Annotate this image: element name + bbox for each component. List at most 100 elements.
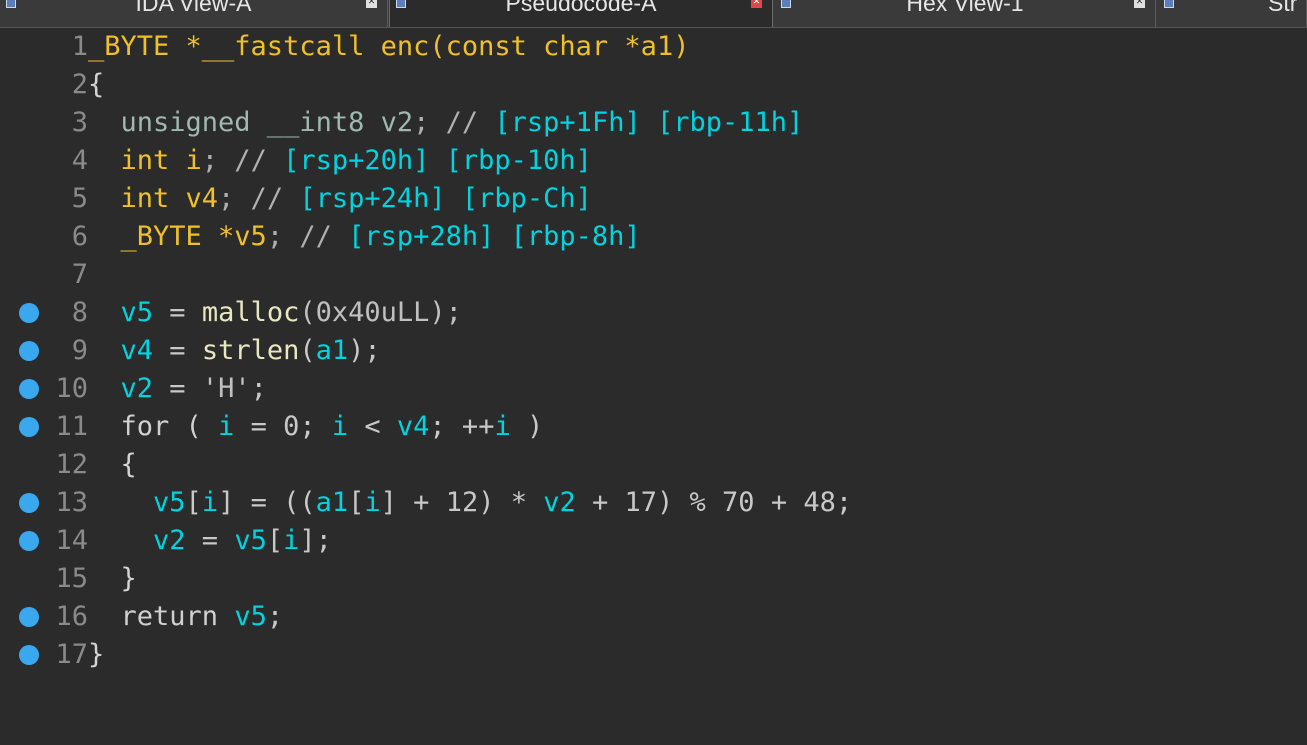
line-number: 1 (71, 31, 88, 62)
line-number: 13 (55, 487, 88, 518)
code-token: ; // (413, 107, 495, 138)
code-line[interactable]: 12 { (0, 446, 1307, 484)
line-number: 14 (55, 525, 88, 556)
view-tab-bar: IDA View-A ✕ Pseudocode-A ✕ Hex View-1 ✕… (0, 0, 1307, 28)
code-token: return (88, 601, 235, 632)
breakpoint-dot-icon[interactable] (19, 303, 39, 323)
code-token: unsigned __int8 (88, 107, 381, 138)
code-token: for ( (88, 411, 219, 442)
code-token: i (283, 525, 300, 556)
code-line[interactable]: 8 v5 = malloc(0x40uLL); (0, 294, 1307, 332)
code-token: = 0; (234, 411, 332, 442)
code-line[interactable]: 16 return v5; (0, 598, 1307, 636)
code-token: } (88, 563, 137, 594)
code-token: v5 (120, 297, 154, 328)
line-number: 15 (55, 563, 88, 594)
code-text: } (88, 560, 137, 598)
code-token: ; (266, 601, 284, 632)
code-token: [rsp+28h] [rbp-8h] (348, 221, 641, 252)
code-token: _BYTE *__fastcall enc(const char *a1) (88, 31, 690, 62)
code-token: [ (266, 525, 284, 556)
code-text: v5[i] = ((a1[i] + 12) * v2 + 17) % 70 + … (88, 484, 852, 522)
code-token: = (153, 373, 202, 404)
code-token: { (88, 449, 137, 480)
code-line[interactable]: 3 unsigned __int8 v2; // [rsp+1Fh] [rbp-… (0, 104, 1307, 142)
code-token: ; (250, 373, 267, 404)
code-token: i (331, 411, 349, 442)
code-line[interactable]: 11 for ( i = 0; i < v4; ++i ) (0, 408, 1307, 446)
line-number: 2 (71, 69, 88, 100)
code-text: v4 = strlen(a1); (88, 332, 381, 370)
tab-ida-view-a[interactable]: IDA View-A ✕ (0, 0, 388, 27)
breakpoint-dot-icon[interactable] (19, 379, 39, 399)
code-token: v5 (234, 525, 267, 556)
code-line[interactable]: 2{ (0, 66, 1307, 104)
code-line[interactable]: 10 v2 = 'H'; (0, 370, 1307, 408)
code-text: } (88, 636, 104, 674)
breakpoint-dot-icon[interactable] (19, 493, 39, 513)
breakpoint-dot-icon[interactable] (19, 645, 39, 665)
code-line[interactable]: 9 v4 = strlen(a1); (0, 332, 1307, 370)
code-line[interactable]: 13 v5[i] = ((a1[i] + 12) * v2 + 17) % 70… (0, 484, 1307, 522)
code-line[interactable]: 4 int i; // [rsp+20h] [rbp-10h] (0, 142, 1307, 180)
code-token: (0x40uLL); (299, 297, 462, 328)
code-text: _BYTE *v5; // [rsp+28h] [rbp-8h] (88, 218, 641, 256)
code-line[interactable]: 6 _BYTE *v5; // [rsp+28h] [rbp-8h] (0, 218, 1307, 256)
code-token: v4 (396, 411, 430, 442)
tab-label: Hex View-1 (906, 0, 1024, 16)
code-line[interactable]: 15 } (0, 560, 1307, 598)
code-line[interactable]: 14 v2 = v5[i]; (0, 522, 1307, 560)
tab-hex-view-1[interactable]: Hex View-1 ✕ (775, 0, 1156, 27)
tab-label: Str (1268, 0, 1298, 16)
pseudocode-editor[interactable]: 1 _BYTE *__fastcall enc(const char *a1) 2{… (0, 28, 1307, 674)
code-token: ; // (266, 221, 349, 252)
line-number: 9 (71, 335, 88, 366)
code-token: strlen (201, 335, 300, 366)
code-token: v2 (153, 525, 186, 556)
tab-strings[interactable]: Str (1158, 0, 1307, 27)
code-line[interactable]: 1 _BYTE *__fastcall enc(const char *a1) (0, 28, 1307, 66)
breakpoint-dot-icon[interactable] (19, 531, 39, 551)
code-token: ( (299, 335, 316, 366)
code-token: 'H' (201, 373, 251, 404)
code-token: ; ++ (429, 411, 495, 442)
code-line[interactable]: 7 (0, 256, 1307, 294)
tab-pseudocode-a[interactable]: Pseudocode-A ✕ (389, 0, 773, 27)
line-number: 5 (71, 183, 88, 214)
line-number: 11 (55, 411, 88, 442)
code-token: a1 (315, 335, 349, 366)
line-number: 4 (71, 145, 88, 176)
code-token: [ (348, 487, 365, 518)
code-token: i (201, 487, 219, 518)
code-line[interactable]: 17} (0, 636, 1307, 674)
code-token: { (88, 69, 105, 100)
code-token: = (185, 525, 235, 556)
code-token: ) (510, 411, 544, 442)
code-token: v5 (234, 601, 267, 632)
code-text: v2 = v5[i]; (88, 522, 332, 560)
code-token: ); (348, 335, 381, 366)
line-number: 7 (71, 259, 88, 290)
code-line[interactable]: 5 int v4; // [rsp+24h] [rbp-Ch] (0, 180, 1307, 218)
breakpoint-dot-icon[interactable] (19, 341, 39, 361)
code-token: [rsp+24h] [rbp-Ch] (299, 183, 592, 214)
code-token: malloc (201, 297, 300, 328)
breakpoint-dot-icon[interactable] (19, 607, 39, 627)
close-icon[interactable]: ✕ (1134, 0, 1145, 8)
line-number: 12 (55, 449, 88, 480)
code-token: } (88, 639, 105, 670)
close-icon[interactable]: ✕ (366, 0, 377, 8)
breakpoint-dot-icon[interactable] (19, 417, 39, 437)
code-token: [rsp+1Fh] [rbp-11h] (494, 107, 804, 138)
close-icon[interactable]: ✕ (751, 0, 762, 8)
code-token: int v4 (88, 183, 219, 214)
code-token: + 17) % 70 + 48; (575, 487, 853, 518)
tab-label: IDA View-A (135, 0, 252, 16)
code-token: v2 (543, 487, 576, 518)
code-token: v2 (380, 107, 414, 138)
code-text: _BYTE *__fastcall enc(const char *a1) (88, 28, 689, 66)
code-token: i (364, 487, 381, 518)
